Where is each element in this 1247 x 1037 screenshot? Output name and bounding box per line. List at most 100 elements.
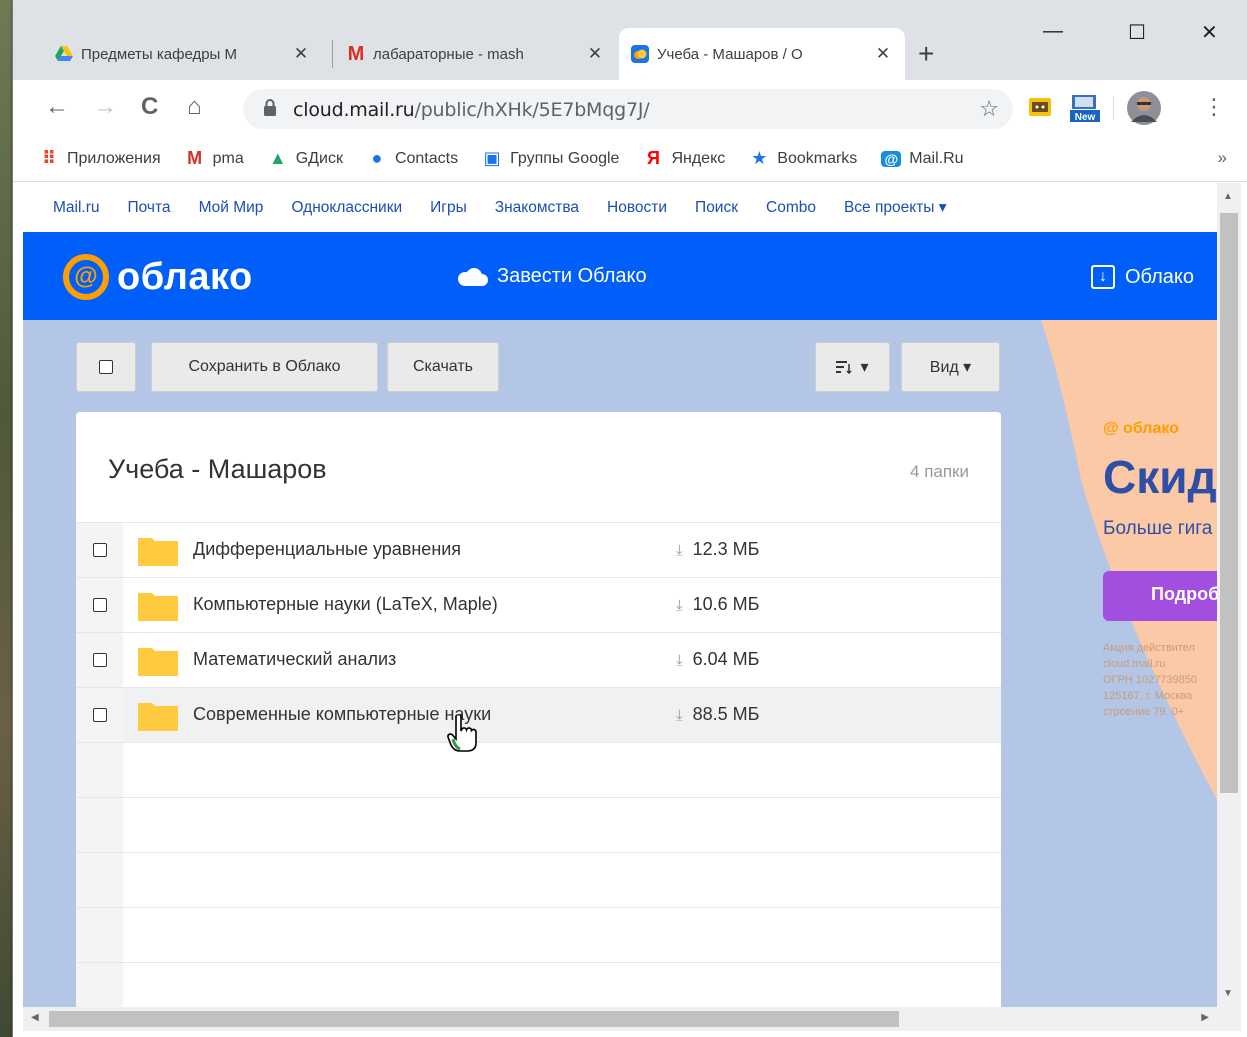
save-to-cloud-button[interactable]: Сохранить в Облако <box>151 342 378 392</box>
tab-title: лабараторные - mash <box>373 45 524 63</box>
more-bookmarks-button[interactable]: » <box>1218 148 1227 168</box>
browser-menu-button[interactable]: ⋮ <box>1203 92 1225 122</box>
folder-title: Учеба - Машаров <box>108 454 327 484</box>
download-icon[interactable]: ⤓ <box>676 707 683 724</box>
download-icon[interactable]: ⤓ <box>676 597 683 614</box>
get-cloud-link[interactable]: Завести Облако <box>455 265 647 288</box>
close-icon[interactable]: ✕ <box>873 44 893 64</box>
url-host: cloud.mail.ru <box>293 99 415 121</box>
bookmark-yandex[interactable]: Я Яндекс <box>643 148 725 169</box>
folder-size: ⤓ 88.5 МБ <box>676 704 759 725</box>
vertical-scrollbar[interactable]: ▲ ▼ <box>1217 183 1241 1007</box>
row-checkbox[interactable] <box>76 688 123 742</box>
view-button[interactable]: Вид ▾ <box>901 342 1000 392</box>
close-icon[interactable]: ✕ <box>291 44 311 64</box>
home-button[interactable]: ⌂ <box>187 92 202 122</box>
tab-ucheba[interactable]: Учеба - Машаров / О ✕ <box>619 28 905 80</box>
portal-link-combo[interactable]: Combo <box>766 199 816 217</box>
promo-details-button[interactable]: Подробн <box>1103 571 1217 621</box>
portal-link-dating[interactable]: Знакомства <box>495 199 579 217</box>
folder-icon <box>138 703 178 731</box>
cloud-logo[interactable]: @ облако <box>63 254 253 300</box>
scroll-up-arrow[interactable]: ▲ <box>1223 191 1233 202</box>
fine-line: Акция действител <box>1103 642 1195 654</box>
portal-link-mailru[interactable]: Mail.ru <box>53 199 100 217</box>
header-cloud-link[interactable]: ↓ Облако <box>1091 265 1194 289</box>
yandex-icon: Я <box>646 148 660 168</box>
fine-line: ОГРН 1027739850 <box>1103 674 1198 686</box>
bookmark-pma[interactable]: Mpma <box>185 148 244 169</box>
close-window-button[interactable]: ✕ <box>1201 20 1218 45</box>
checkbox-icon <box>92 653 107 667</box>
scroll-left-arrow[interactable]: ◀ <box>31 1012 39 1023</box>
scroll-right-arrow[interactable]: ▶ <box>1201 1012 1209 1023</box>
reload-button[interactable]: C <box>141 92 158 122</box>
new-badge-text: New <box>1075 112 1096 123</box>
list-item[interactable]: Компьютерные науки (LaTeX, Maple) ⤓ 10.6 … <box>76 577 1001 632</box>
list-item[interactable]: Современные компьютерные науки ⤓ 88.5 МБ <box>76 687 1001 742</box>
bookmark-gdisk[interactable]: ▲ GДиск <box>268 148 343 169</box>
folder-icon <box>138 538 178 566</box>
url-path: /public/hXHk/5E7bMqg7J/ <box>414 99 650 121</box>
sort-button[interactable]: ▾ <box>815 342 890 392</box>
download-icon[interactable]: ⤓ <box>676 542 683 559</box>
scrollbar-corner <box>1217 1007 1241 1031</box>
portal-link-ok[interactable]: Одноклассники <box>291 199 402 217</box>
horizontal-scrollbar[interactable]: ◀ ▶ <box>23 1007 1217 1031</box>
tab-labs[interactable]: M лабараторные - mash ✕ <box>335 28 617 80</box>
portal-link-mail[interactable]: Почта <box>128 199 171 217</box>
promo-fine-print: Акция действител cloud.mail.ru ОГРН 1027… <box>1103 640 1197 720</box>
bookmark-bookmarks[interactable]: ★ Bookmarks <box>749 148 857 169</box>
new-tab-button[interactable]: + <box>918 40 934 68</box>
maximize-button[interactable]: ☐ <box>1128 20 1146 45</box>
download-button[interactable]: Скачать <box>387 342 499 392</box>
portal-link-games[interactable]: Игры <box>430 199 467 217</box>
folder-size: ⤓ 12.3 МБ <box>676 539 759 560</box>
bookmark-apps[interactable]: ⠿ Приложения <box>39 148 161 169</box>
new-extension-icon[interactable]: New <box>1068 92 1100 123</box>
bookmark-label: Mail.Ru <box>909 149 964 167</box>
tab-title: Учеба - Машаров / О <box>657 45 803 63</box>
at-logo-icon: @ <box>63 254 109 300</box>
cloud-header: @ облако Завести Облако ↓ Облако <box>23 232 1217 320</box>
back-button[interactable]: ← <box>45 92 69 122</box>
download-icon[interactable]: ⤓ <box>676 652 683 669</box>
minimize-button[interactable]: — <box>1043 20 1063 43</box>
scroll-down-arrow[interactable]: ▼ <box>1223 988 1233 999</box>
address-bar[interactable]: cloud.mail.ru/public/hXHk/5E7bMqg7J/ ☆ <box>243 89 1013 129</box>
empty-row <box>76 907 1001 962</box>
tab-predmety[interactable]: Предметы кафедры М ✕ <box>43 28 323 80</box>
scroll-thumb[interactable] <box>1220 213 1238 793</box>
row-checkbox[interactable] <box>76 523 123 577</box>
promo-subtitle: Больше гига <box>1103 518 1213 539</box>
row-checkbox[interactable] <box>76 633 123 687</box>
bookmark-label: Яндекс <box>671 149 726 167</box>
portal-link-myworld[interactable]: Мой Мир <box>199 199 264 217</box>
extension-icon[interactable] <box>1025 92 1055 122</box>
cloud-icon <box>458 267 488 286</box>
portal-link-news[interactable]: Новости <box>607 199 667 217</box>
row-gutter <box>76 743 123 797</box>
folder-size: ⤓ 6.04 МБ <box>676 649 759 670</box>
list-item[interactable]: Математический анализ ⤓ 6.04 МБ <box>76 632 1001 687</box>
portal-link-search[interactable]: Поиск <box>695 199 738 217</box>
tab-strip: Предметы кафедры М ✕ M лабараторные - ma… <box>13 0 1247 80</box>
select-all-checkbox[interactable] <box>76 342 136 392</box>
bookmark-groups[interactable]: ▣ Группы Google <box>482 148 620 169</box>
folder-name: Математический анализ <box>193 649 397 669</box>
tab-separator <box>332 40 333 68</box>
list-item[interactable]: Дифференциальные уравнения ⤓ 12.3 МБ <box>76 522 1001 577</box>
bookmark-star-icon[interactable]: ☆ <box>979 96 999 122</box>
scroll-thumb[interactable] <box>49 1011 899 1027</box>
forward-button[interactable]: → <box>93 92 117 122</box>
portal-link-all-projects[interactable]: Все проекты ▾ <box>844 198 947 217</box>
folder-size: ⤓ 10.6 МБ <box>676 594 759 615</box>
row-checkbox[interactable] <box>76 578 123 632</box>
bookmark-contacts[interactable]: ● Contacts <box>367 148 459 169</box>
bookmark-mailru[interactable]: @ Mail.Ru <box>881 149 964 168</box>
size-value: 6.04 МБ <box>692 649 760 669</box>
fine-line: cloud.mail.ru <box>1103 658 1166 670</box>
close-icon[interactable]: ✕ <box>585 44 605 64</box>
promo-banner[interactable]: @ облако Скидк Больше гига Подробн Акция… <box>1041 320 1217 1007</box>
avatar[interactable] <box>1126 90 1161 125</box>
